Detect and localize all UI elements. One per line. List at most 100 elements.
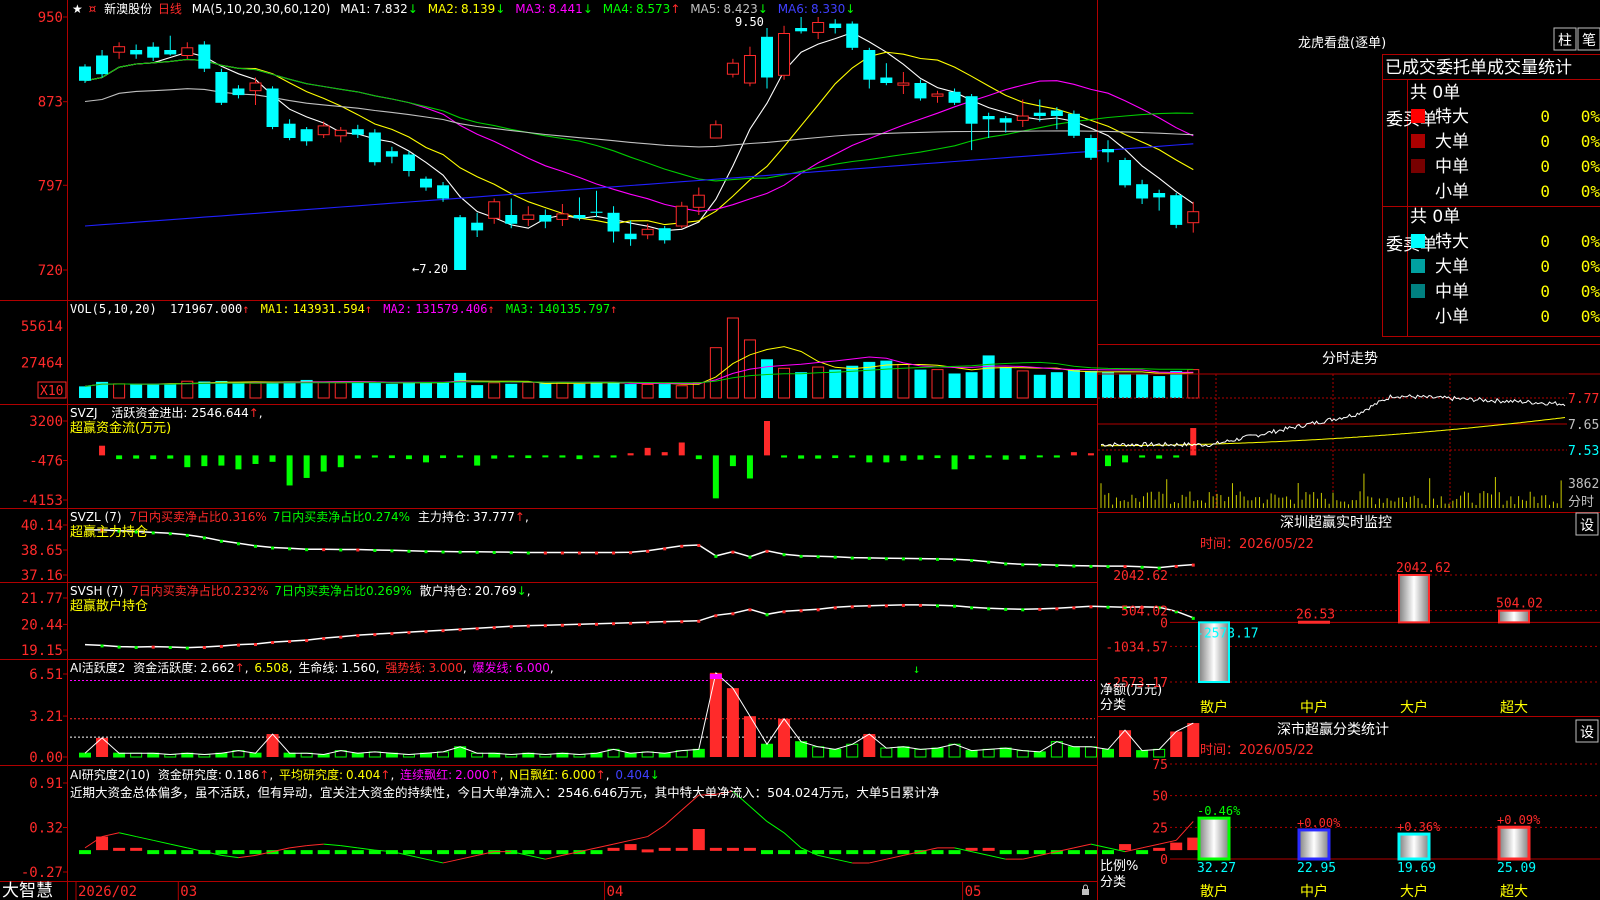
candle-down[interactable] [880,77,893,84]
candle-up[interactable] [1016,115,1029,121]
ai-activity-pane[interactable]: 6.51 3.21 0.00 AI活跃度2 资金活跃度: 2.662↑, 6.508,… [29,660,1200,766]
candle-down[interactable] [1119,160,1132,186]
svzj-pane[interactable]: 3200-476-4153 SVZJ 活跃资金进出: 2546.644↑, 超赢资… [21,405,1197,509]
candle-down[interactable] [437,185,450,199]
svzl-point [629,551,633,555]
candle-up[interactable] [334,129,347,137]
candle-down[interactable] [232,88,245,96]
ai1-bar-green [846,743,859,758]
ai2-bar-green [539,850,552,855]
dragon-title: 龙虎看盘(逐单) [1298,35,1386,51]
candle-down[interactable] [198,44,211,69]
candle-down[interactable] [1067,113,1080,136]
candle-down[interactable] [385,151,398,157]
candle-down[interactable] [539,215,552,222]
high-price-marker: 9.50 [735,15,764,29]
bar-mode-button-label[interactable]: 柱 [1558,33,1572,49]
svsh-point [390,632,394,636]
candle-up[interactable] [726,62,739,75]
candle-down[interactable] [147,46,160,58]
candle-down[interactable] [368,132,381,163]
lock-icon[interactable] [1082,884,1089,895]
candle-down[interactable] [658,228,671,241]
candle-down[interactable] [1033,112,1046,116]
candle-down[interactable] [624,233,637,240]
candle-down[interactable] [761,36,773,78]
candle-up[interactable] [778,33,791,76]
candle-down[interactable] [846,23,859,48]
ai2-bar-green [863,850,876,855]
svzl-point [560,551,564,555]
candle-up[interactable] [675,205,688,227]
candle-down[interactable] [1170,195,1183,225]
candle-up[interactable] [897,82,910,86]
candle-down[interactable] [215,72,228,103]
candle-down[interactable] [1050,110,1063,117]
candle-up[interactable] [113,46,126,53]
svzj-value: 2546.644 [191,406,248,420]
candle-down[interactable] [590,211,603,213]
candle-down[interactable] [505,215,518,224]
candle-down[interactable] [300,129,313,142]
candle-down[interactable] [454,217,467,270]
candle-up[interactable] [181,47,194,56]
candle-down[interactable] [402,154,415,172]
monitor-y-tick: -1034.57 [1105,640,1168,655]
candle-up[interactable] [249,82,262,92]
candle-down[interactable] [999,118,1012,123]
candle-down[interactable] [965,96,978,124]
candle-down[interactable] [420,178,432,188]
candle-up[interactable] [556,213,569,220]
candle-down[interactable] [1084,138,1097,158]
svzl-point [663,547,667,551]
candle-up[interactable] [641,228,654,236]
candle-down[interactable] [982,116,995,120]
candle-down[interactable] [829,23,842,28]
volume-bar-up [113,383,126,399]
candle-down[interactable] [164,50,177,55]
classify-settings-label[interactable]: 设 [1580,725,1594,741]
candle-down[interactable] [266,88,279,128]
candle-down[interactable] [1153,193,1166,198]
candle-down[interactable] [1136,184,1149,199]
period-label[interactable]: 日线 [158,2,182,16]
classify-category: 超大 [1500,884,1528,900]
tick-mode-button-label[interactable]: 笔 [1582,33,1596,49]
candle-down[interactable] [130,50,143,55]
candle-up[interactable] [709,124,722,139]
candle-down[interactable] [96,55,109,75]
ai2-bar-red [743,847,756,851]
svzl-pane[interactable]: 40.14 38.65 37.16 SVZL (7) 7日内买卖净占比0.316% … [21,509,1195,584]
candle-down[interactable] [573,215,586,219]
candle-down[interactable] [863,50,876,80]
svsh-pane[interactable]: 21.77 20.44 19.15 SVSH (7) 7日内买卖净占比0.232% … [21,583,1195,659]
candle-up[interactable] [812,22,825,33]
candle-down[interactable] [948,91,961,103]
candle-up[interactable] [1187,211,1200,224]
candle-up[interactable] [317,125,330,136]
candle-down[interactable] [914,83,927,99]
candle-down[interactable] [1102,149,1114,153]
svsh-point [799,609,803,613]
candle-down[interactable] [79,66,91,81]
monitor-settings-label[interactable]: 设 [1580,518,1594,534]
candle-up[interactable] [692,194,705,208]
candle-up[interactable] [488,201,501,219]
candle-up[interactable] [931,93,944,97]
star-icon[interactable]: ★ [72,2,83,16]
pin-icon[interactable]: ¤ [89,2,97,16]
ai-research-pane[interactable]: 0.91 0.32 -0.27 AI研究度2(10) 资金研究度: 0.186↑, 平… [21,767,1200,881]
monitor-panel[interactable]: 深圳超赢实时监控 设 时间：2026/05/22 2042.62 504.02 0 -… [1100,512,1600,716]
dragon-tiger-panel[interactable]: 龙虎看盘(逐单) 柱 笔 已成交委托单成交量统计 委买单 委卖单 共 0单 共 … [1298,27,1600,327]
candle-down[interactable] [471,222,484,231]
classify-value: 32.27 [1197,861,1236,876]
ai2-line-seg [306,843,324,847]
kline-pane[interactable]: 950 873 797 720 9.50 ←7.20 ★ ¤ 新澳股份 日线 MA(5… [38,1,1200,279]
candle-down[interactable] [607,212,620,232]
candle-down[interactable] [795,28,808,32]
candle-down[interactable] [351,129,364,135]
candle-down[interactable] [283,123,296,138]
candle-up[interactable] [522,214,535,220]
candle-up[interactable] [743,55,756,84]
volume-pane[interactable]: 5561427464X10 VOL(5,10,20) 171967.000↑ M… [21,302,1200,399]
